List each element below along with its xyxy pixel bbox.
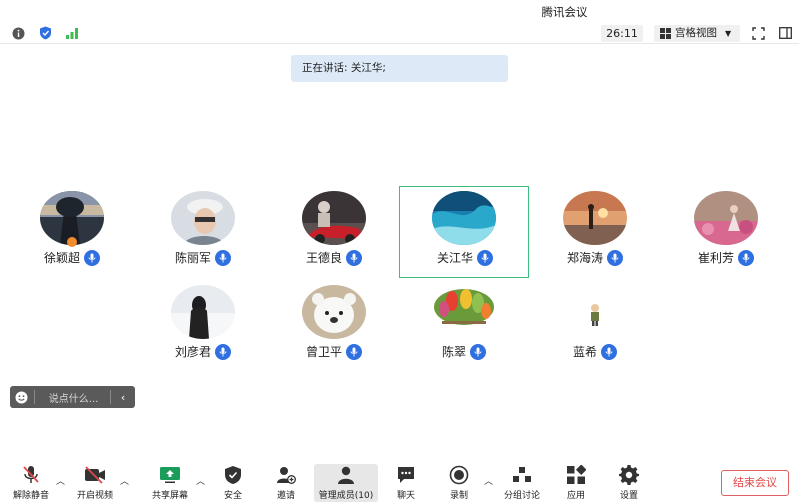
chevron-up-icon[interactable]: ︿ bbox=[56, 474, 65, 487]
manage-members-label: 管理成员(10) bbox=[318, 491, 374, 501]
host-badge-icon bbox=[67, 237, 77, 247]
mic-icon bbox=[215, 249, 231, 266]
chevron-up-icon[interactable]: ︿ bbox=[196, 474, 205, 487]
mic-icon bbox=[346, 343, 362, 360]
record-label: 录制 bbox=[449, 491, 468, 501]
mic-icon bbox=[607, 249, 623, 266]
mic-icon bbox=[738, 249, 754, 266]
chat-bubble-icon bbox=[394, 464, 418, 486]
settings-label: 设置 bbox=[619, 491, 638, 501]
chat-label: 聊天 bbox=[396, 491, 415, 501]
participant-name: 王德良 bbox=[305, 251, 342, 265]
mic-icon bbox=[346, 249, 362, 266]
avatar bbox=[302, 191, 366, 245]
fullscreen-icon[interactable] bbox=[751, 26, 765, 40]
mic-icon bbox=[470, 343, 486, 360]
share-screen-label: 共享屏幕 bbox=[151, 491, 188, 501]
record-icon bbox=[447, 464, 471, 486]
grid-icon bbox=[660, 28, 671, 39]
manage-members-button[interactable]: 管理成员(10) bbox=[314, 464, 378, 502]
chevron-left-icon[interactable]: ‹ bbox=[111, 391, 135, 404]
participant-name: 关江华 bbox=[436, 251, 473, 265]
share-screen-icon bbox=[158, 464, 182, 486]
breakout-rooms-button[interactable]: 分组讨论 bbox=[502, 464, 542, 502]
caret-down-icon: ▼ bbox=[725, 29, 732, 38]
mic-icon bbox=[84, 249, 100, 266]
participant-name: 徐颖超 bbox=[43, 251, 80, 265]
security-label: 安全 bbox=[223, 491, 242, 501]
shield-icon bbox=[221, 464, 245, 486]
speaking-banner: 正在讲话: 关江华; bbox=[291, 55, 508, 82]
start-video-label: 开启视频 bbox=[76, 491, 113, 501]
end-meeting-button[interactable]: 结束会议 bbox=[721, 470, 789, 496]
participant-name: 崔利芳 bbox=[697, 251, 734, 265]
meeting-info-bar: 26:11 宫格视图 ▼ bbox=[0, 22, 799, 44]
participant-tile[interactable]: 陈翠 bbox=[399, 280, 529, 372]
chat-placeholder[interactable]: 说点什么... bbox=[35, 390, 110, 405]
apps-label: 应用 bbox=[566, 491, 585, 501]
participant-tile[interactable]: 刘彦君 bbox=[138, 280, 268, 372]
chat-button[interactable]: 聊天 bbox=[393, 464, 419, 502]
participant-tile[interactable]: 崔利芳 bbox=[661, 186, 791, 278]
shield-icon[interactable] bbox=[38, 26, 52, 40]
breakout-icon bbox=[510, 464, 534, 486]
participant-tile[interactable]: 陈丽军 bbox=[138, 186, 268, 278]
participant-tile[interactable]: 郑海涛 bbox=[530, 186, 660, 278]
video-off-icon bbox=[83, 464, 107, 486]
signal-icon[interactable] bbox=[65, 26, 79, 40]
unmute-label: 解除静音 bbox=[12, 491, 49, 501]
bottom-toolbar: 解除静音 ︿ 开启视频 ︿ 共享屏幕 ︿ 安全 邀请 管理成员(10) 聊天 录… bbox=[0, 460, 799, 503]
participant-tile[interactable]: 蓝希 bbox=[530, 280, 660, 372]
mic-active-icon bbox=[477, 249, 493, 266]
start-video-button[interactable]: 开启视频 bbox=[76, 464, 114, 502]
avatar bbox=[432, 191, 496, 245]
apps-icon bbox=[564, 464, 588, 486]
participant-tile[interactable]: 曾卫平 bbox=[269, 280, 399, 372]
gear-icon bbox=[617, 464, 641, 486]
participant-name: 陈丽军 bbox=[174, 251, 211, 265]
chevron-up-icon[interactable]: ︿ bbox=[484, 474, 493, 487]
view-mode-button[interactable]: 宫格视图 ▼ bbox=[654, 25, 740, 42]
participant-tile[interactable]: 王德良 bbox=[269, 186, 399, 278]
meeting-timer: 26:11 bbox=[601, 25, 643, 42]
invite-button[interactable]: 邀请 bbox=[273, 464, 299, 502]
security-button[interactable]: 安全 bbox=[220, 464, 246, 502]
avatar bbox=[171, 285, 235, 339]
title-bar: 腾讯会议 bbox=[0, 0, 799, 22]
participant-name: 曾卫平 bbox=[305, 345, 342, 359]
participant-name: 蓝希 bbox=[572, 345, 597, 359]
chevron-up-icon[interactable]: ︿ bbox=[120, 474, 129, 487]
avatar bbox=[563, 191, 627, 245]
avatar bbox=[563, 285, 627, 339]
members-icon bbox=[334, 464, 358, 486]
participant-name: 陈翠 bbox=[441, 345, 466, 359]
settings-button[interactable]: 设置 bbox=[616, 464, 642, 502]
invite-user-icon bbox=[274, 464, 298, 486]
participant-tile-active[interactable]: 关江华 bbox=[399, 186, 529, 278]
emoji-icon[interactable] bbox=[10, 391, 34, 404]
avatar bbox=[432, 285, 496, 339]
share-screen-button[interactable]: 共享屏幕 bbox=[150, 464, 190, 502]
record-button[interactable]: 录制 bbox=[446, 464, 472, 502]
participant-tile[interactable]: 徐颖超 bbox=[7, 186, 137, 278]
participant-name: 刘彦君 bbox=[174, 345, 211, 359]
unmute-button[interactable]: 解除静音 bbox=[12, 464, 50, 502]
avatar bbox=[694, 191, 758, 245]
app-title: 腾讯会议 bbox=[541, 5, 588, 19]
mic-muted-icon bbox=[19, 464, 43, 486]
info-icon[interactable] bbox=[11, 26, 25, 40]
invite-label: 邀请 bbox=[276, 491, 295, 501]
view-mode-label: 宫格视图 bbox=[675, 27, 717, 39]
avatar bbox=[302, 285, 366, 339]
mic-icon bbox=[601, 343, 617, 360]
breakout-label: 分组讨论 bbox=[503, 491, 540, 501]
avatar bbox=[171, 191, 235, 245]
apps-button[interactable]: 应用 bbox=[563, 464, 589, 502]
participant-name: 郑海涛 bbox=[566, 251, 603, 265]
mic-icon bbox=[215, 343, 231, 360]
sidebar-toggle-icon[interactable] bbox=[778, 26, 792, 40]
chat-input-box[interactable]: 说点什么... ‹ bbox=[10, 386, 135, 408]
